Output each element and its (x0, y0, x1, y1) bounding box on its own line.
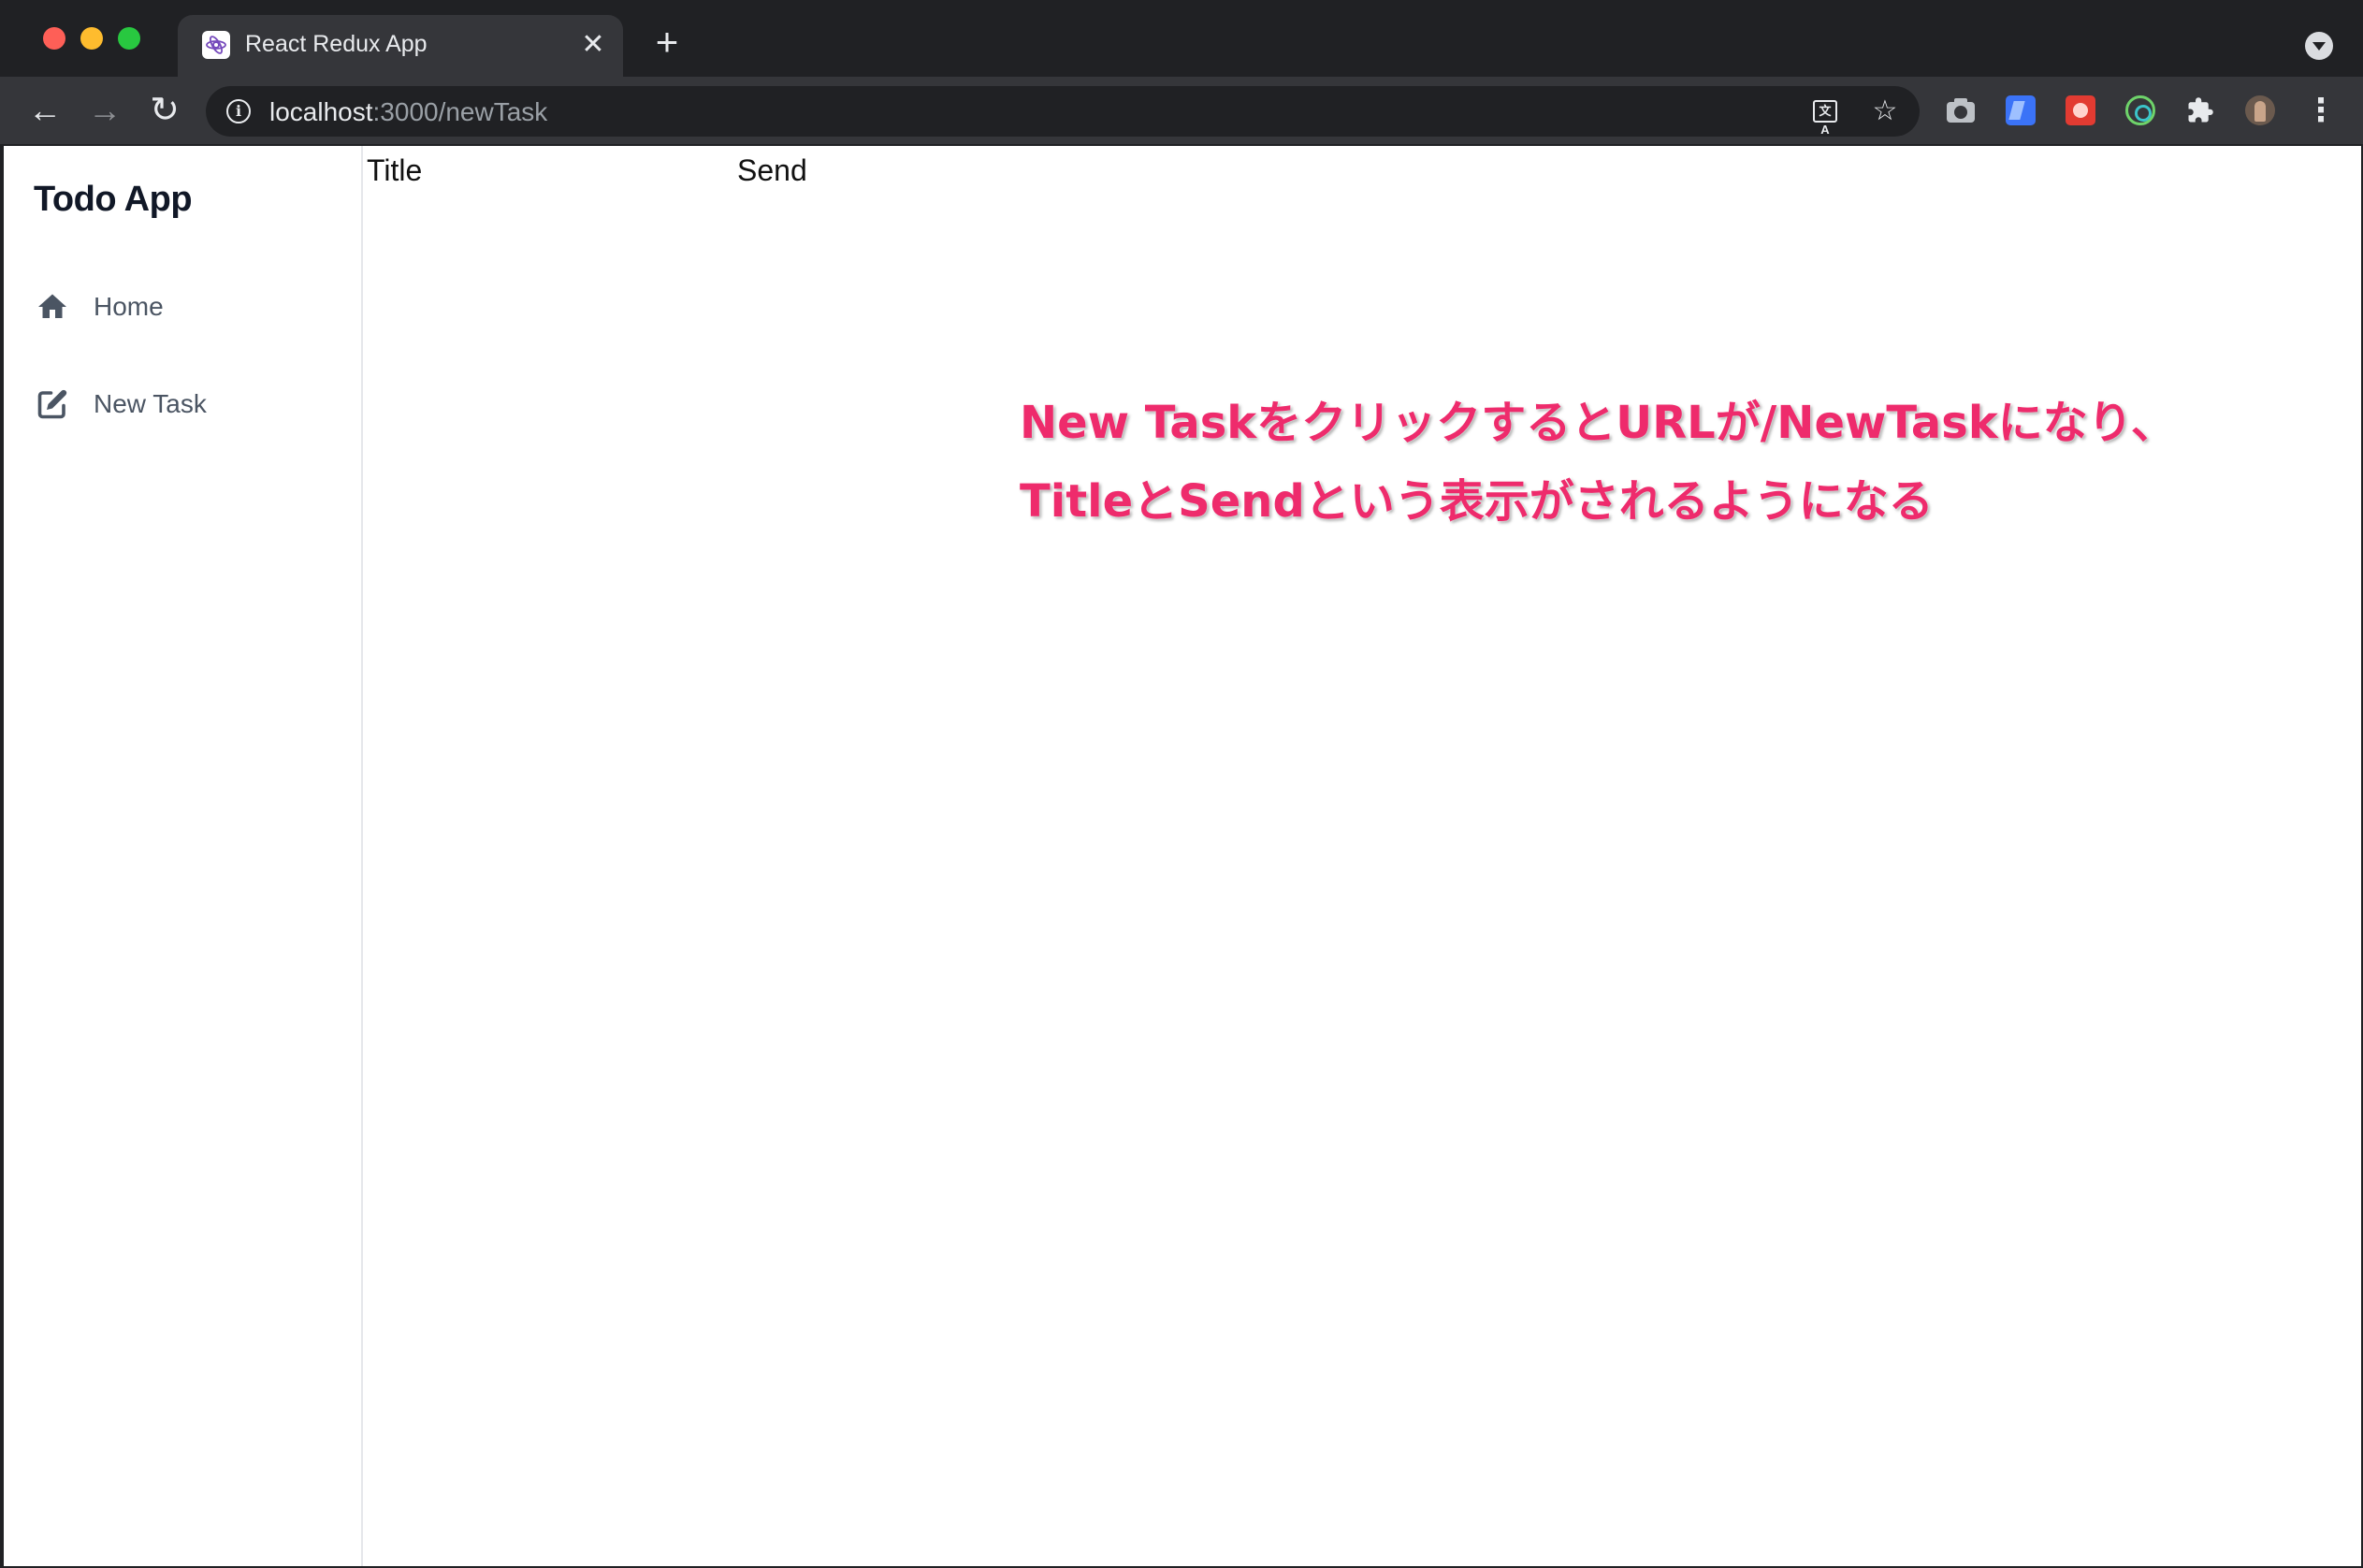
annotation-line-2: TitleとSendという表示がされるようになる (1020, 475, 1934, 528)
sidebar-item-label: Home (94, 292, 164, 321)
annotation-line-1: New TaskをクリックするとURLが/NewTaskになり、 (1020, 397, 2176, 449)
reload-icon[interactable]: ↻ (144, 90, 185, 131)
translate-icon[interactable]: 文A (1811, 97, 1839, 137)
title-label: Title (367, 153, 423, 187)
url-text[interactable]: localhost:3000/newTask (269, 97, 547, 127)
app-title: Todo App (34, 180, 193, 219)
camera-extension-icon[interactable] (1946, 95, 1976, 125)
ring-extension-icon[interactable] (2125, 95, 2155, 125)
sidebar: Todo App Home New Task (4, 146, 363, 1566)
browser-window: React Redux App ✕ + ← → ↻ i localhost:30… (0, 0, 2363, 1568)
redux-favicon-icon (202, 31, 230, 59)
tab-close-icon[interactable]: ✕ (580, 31, 606, 59)
sidebar-item-new-task[interactable]: New Task (34, 382, 342, 427)
minimize-window-button[interactable] (80, 27, 103, 50)
sidebar-item-home[interactable]: Home (34, 284, 342, 329)
maximize-window-button[interactable] (118, 27, 140, 50)
url-path: :3000/newTask (372, 97, 548, 126)
blue-extension-icon[interactable] (2006, 95, 2036, 125)
address-bar[interactable]: i localhost:3000/newTask 文A ☆ (206, 86, 1920, 137)
back-icon[interactable]: ← (24, 90, 65, 131)
tab-strip: React Redux App ✕ + (0, 0, 2363, 77)
profile-avatar[interactable] (2245, 95, 2275, 125)
new-tab-button[interactable]: + (651, 22, 683, 62)
browser-toolbar: ← → ↻ i localhost:3000/newTask 文A ☆ ⋮ (0, 77, 2363, 144)
bookmark-star-icon[interactable]: ☆ (1871, 97, 1899, 125)
edit-icon (36, 387, 69, 421)
tab-search-icon[interactable] (2305, 32, 2333, 60)
sidebar-item-label: New Task (94, 389, 207, 418)
close-window-button[interactable] (43, 27, 65, 50)
send-label[interactable]: Send (737, 153, 807, 188)
tab-title: React Redux App (245, 31, 428, 57)
home-icon (36, 290, 69, 324)
browser-tab[interactable]: React Redux App ✕ (178, 15, 623, 77)
red-extension-icon[interactable] (2066, 95, 2095, 125)
main-content: Title Send New TaskをクリックするとURLが/NewTaskに… (363, 146, 2361, 1566)
browser-menu-icon[interactable]: ⋮ (2305, 94, 2337, 127)
page-viewport: Todo App Home New Task Title Send New Ta… (4, 146, 2361, 1566)
forward-icon[interactable]: → (84, 90, 125, 131)
extensions-puzzle-icon[interactable] (2185, 95, 2215, 125)
site-info-icon[interactable]: i (226, 99, 251, 123)
url-host: localhost (269, 97, 373, 126)
